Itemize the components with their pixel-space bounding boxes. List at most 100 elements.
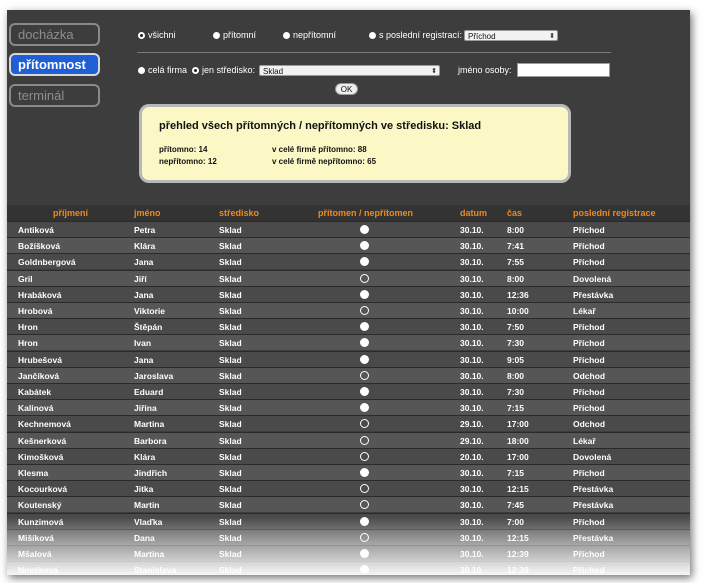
nav-tab-dochazka[interactable]: docházka [9,23,100,46]
cell-last-registration: Příchod [573,322,605,333]
table-row[interactable]: Nováková Stanislava Sklad 30.10. 12:39 Přícho… [7,561,690,575]
radio-whole-company[interactable]: celá firma [138,65,187,75]
present-indicator-icon [360,565,369,575]
cell-center: Sklad [219,225,242,235]
cell-last-registration: Lékař [573,435,596,446]
table-row[interactable]: Kechnemová Martina Sklad 29.10. 17:00 Odchod [7,415,690,432]
radio-all[interactable]: všichni [138,30,176,40]
table-row[interactable]: Božíšková Klára Sklad 30.10. 7:41 Příchod [7,237,690,254]
column-header-time[interactable]: čas [507,208,522,218]
cell-name: Dana [134,532,155,543]
radio-present[interactable]: přítomní [213,30,256,40]
nav-tab-terminal[interactable]: terminál [9,84,100,107]
present-indicator-icon [360,354,369,364]
cell-center: Sklad [219,306,242,316]
column-header-last-registration[interactable]: poslední registrace [573,208,656,218]
table-row[interactable]: Hron Štěpán Sklad 30.10. 7:50 Příchod [7,318,690,335]
cell-name: Klára [134,451,156,462]
cell-time: 12:15 [507,532,529,543]
radio-last-registration-label: s poslední registrací: [379,30,463,40]
absent-indicator-icon [360,451,369,461]
cell-date: 20.10. [460,451,484,462]
cell-last-registration: Přestávka [573,289,614,300]
cell-time: 9:05 [507,354,525,365]
cell-last-registration: Příchod [573,241,605,252]
cell-time: 12:36 [507,289,529,300]
column-header-presence[interactable]: přítomen / nepřítomen [318,208,413,218]
table-row[interactable]: Gril Jiří Sklad 30.10. 8:00 Dovolená [7,269,690,286]
radio-unchecked-icon [369,32,376,39]
cell-date: 30.10. [460,387,484,397]
center-select[interactable]: Sklad ⬍ [259,65,440,76]
cell-date: 30.10. [460,370,484,381]
table-row[interactable]: Hrabáková Jana Sklad 30.10. 12:36 Přestávka [7,285,690,302]
table-row[interactable]: Hron Ivan Sklad 30.10. 7:30 Příchod [7,334,690,351]
cell-center: Sklad [219,387,242,397]
cell-center: Sklad [219,532,242,543]
table-row[interactable]: Mšalová Martina Sklad 30.10. 12:39 Příchod [7,545,690,561]
registration-select[interactable]: Příchod ⬍ [464,30,558,41]
table-row[interactable]: Hrubešová Jana Sklad 30.10. 9:05 Příchod [7,350,690,367]
cell-last-registration: Příchod [573,516,605,527]
nav-tab-pritomnost[interactable]: přítomnost [9,53,100,76]
cell-date: 30.10. [460,354,484,365]
present-indicator-icon [360,549,369,558]
cell-date: 30.10. [460,516,484,527]
cell-time: 10:00 [507,306,529,316]
cell-center: Sklad [219,257,242,268]
table-row[interactable]: Goldnbergová Jana Sklad 30.10. 7:55 Příchod [7,253,690,270]
column-header-name[interactable]: jméno [134,208,161,218]
cell-center: Sklad [219,435,242,446]
cell-surname: Jančíková [18,370,60,381]
table-row[interactable]: Kocourková Jitka Sklad 30.10. 12:15 Přestávka [7,480,690,497]
table-row[interactable]: Kunzimová Vlaďka Sklad 30.10. 7:00 Příchod [7,512,690,529]
column-header-center[interactable]: středisko [219,208,259,218]
cell-center: Sklad [219,338,242,349]
cell-date: 29.10. [460,435,484,446]
cell-name: Klára [134,241,156,252]
table-row[interactable]: Klesma Jindřich Sklad 30.10. 7:15 Příchod [7,464,690,480]
column-header-surname[interactable]: příjmení [53,208,88,218]
table-row[interactable]: Jančíková Jaroslava Sklad 30.10. 8:00 Odchod [7,366,690,383]
cell-name: Jana [134,257,154,268]
filter-divider [137,52,611,53]
cell-time: 7:15 [507,468,525,478]
column-header-date[interactable]: datum [460,208,487,218]
cell-date: 30.10. [460,484,484,495]
cell-center: Sklad [219,500,242,511]
person-name-input[interactable] [517,63,610,77]
cell-surname: Kešnerková [18,435,67,446]
cell-date: 30.10. [460,257,484,268]
cell-surname: Kunzimová [18,516,64,527]
table-row[interactable]: Koutenský Martin Sklad 30.10. 7:45 Přestávka [7,496,690,513]
person-name-label: jméno osoby: [458,65,512,75]
radio-center-only[interactable]: jen středisko: [192,65,255,75]
cell-time: 12:39 [507,565,529,575]
table-row[interactable]: Antiková Petra Sklad 30.10. 8:00 Příchod [7,221,690,237]
select-arrows-icon: ⬍ [549,33,555,40]
table-row[interactable]: Kimošková Klára Sklad 20.10. 17:00 Dovolená [7,447,690,464]
present-indicator-icon [360,338,369,348]
cell-surname: Mšalová [18,549,52,559]
radio-last-registration[interactable]: s poslední registrací: [369,30,462,40]
table-row[interactable]: Kalinová Jiřina Sklad 30.10. 7:15 Příchod [7,399,690,416]
radio-whole-company-label: celá firma [148,65,188,75]
table-row[interactable]: Kabátek Eduard Sklad 30.10. 7:30 Příchod [7,383,690,399]
cell-name: Štěpán [134,322,163,333]
cell-last-registration: Přestávka [573,484,614,495]
ok-button[interactable]: OK [335,83,358,95]
cell-name: Petra [134,225,156,235]
radio-absent[interactable]: nepřítomní [283,30,336,40]
table-row[interactable]: Kešnerková Barbora Sklad 29.10. 18:00 Lékař [7,431,690,448]
table-row[interactable]: Hrobová Viktorie Sklad 30.10. 10:00 Lékař [7,302,690,318]
cell-date: 30.10. [460,468,484,478]
absent-indicator-icon [360,273,369,283]
center-select-value: Sklad [263,67,284,76]
cell-surname: Kechnemová [18,419,71,430]
cell-name: Eduard [134,387,164,397]
table-row[interactable]: Mišíková Dana Sklad 30.10. 12:15 Přestávka [7,528,690,545]
present-indicator-icon [360,403,369,413]
cell-surname: Hrabáková [18,289,62,300]
cell-last-registration: Odchod [573,419,606,430]
cell-last-registration: Příchod [573,338,605,349]
